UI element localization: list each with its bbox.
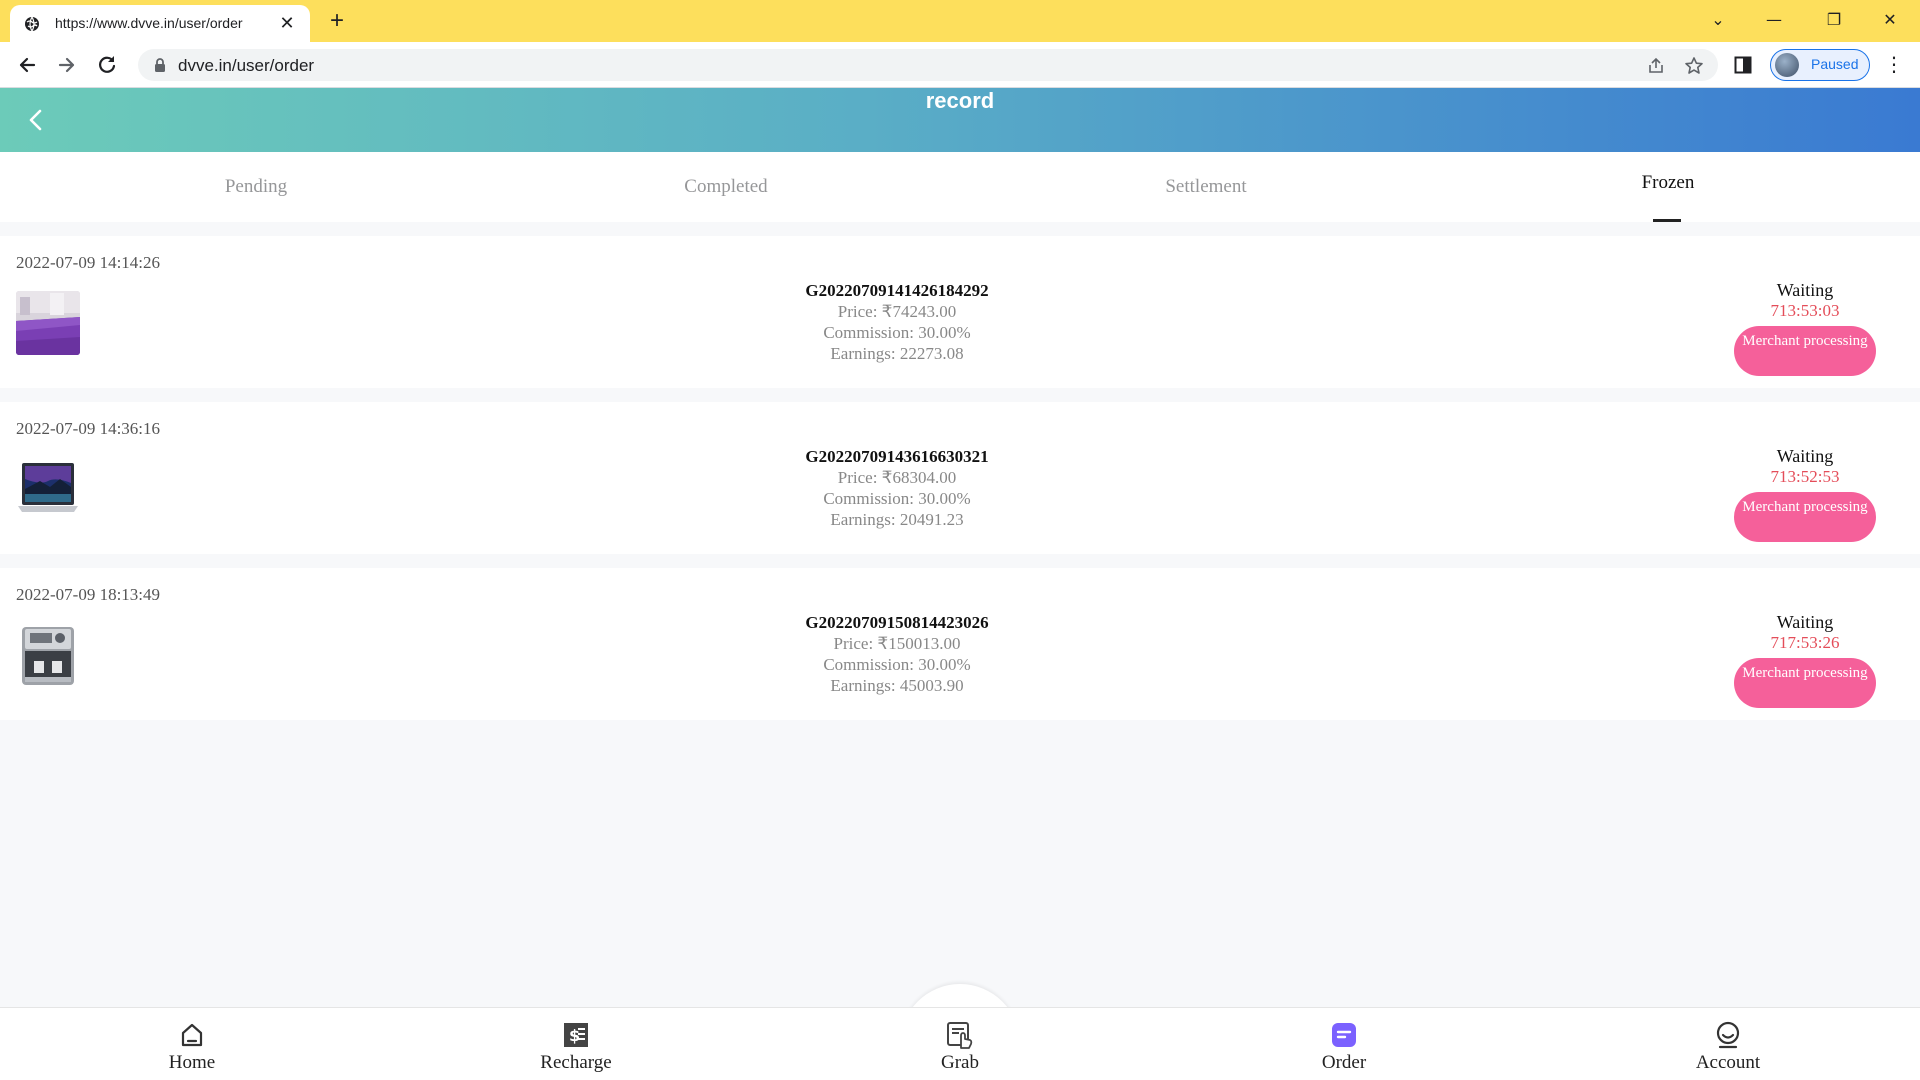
nav-grab[interactable]: Grab (870, 1014, 1050, 1076)
browser-tab-title: https://www.dvve.in/user/order (55, 15, 243, 31)
url-text: dvve.in/user/order (178, 56, 315, 75)
order-icon (1332, 1023, 1356, 1047)
order-date: 2022-07-09 18:13:49 (16, 585, 161, 604)
grab-icon (947, 1022, 973, 1049)
tab-label: Frozen (1641, 172, 1695, 193)
nav-recharge[interactable]: $ Recharge (486, 1014, 666, 1076)
bookmark-star-icon[interactable] (1684, 56, 1704, 76)
order-earnings: Earnings: 20491.23 (830, 510, 964, 529)
reload-icon[interactable] (92, 50, 122, 80)
order-card[interactable]: 2022-07-09 18:13:49 G2022070915081442302… (0, 568, 1920, 720)
order-details: G20220709141426184292 Price: ₹74243.00 C… (697, 280, 1097, 364)
tab-completed[interactable]: Completed (486, 152, 966, 222)
close-icon[interactable]: ✕ (278, 14, 296, 32)
order-commission: Commission: 30.00% (823, 489, 971, 508)
tab-search-icon[interactable]: ⌄ (1700, 6, 1736, 34)
order-status-tabs: Pending Completed Settlement Frozen (0, 152, 1920, 222)
merchant-processing-button[interactable]: Merchant processing (1734, 492, 1876, 542)
back-arrow-icon[interactable] (12, 50, 42, 80)
order-commission: Commission: 30.00% (823, 655, 971, 674)
nav-account[interactable]: Account (1638, 1014, 1818, 1076)
countdown-timer: 713:52:53 (1770, 467, 1840, 486)
order-earnings: Earnings: 22273.08 (830, 344, 964, 363)
status-label: Waiting (1776, 612, 1834, 632)
tab-frozen[interactable]: Frozen (1428, 152, 1908, 222)
product-image-rug (16, 291, 80, 355)
order-status: Waiting 713:53:03 Merchant processing (1734, 280, 1876, 376)
order-earnings: Earnings: 45003.90 (830, 676, 964, 695)
status-label: Waiting (1776, 280, 1834, 300)
avatar (1775, 53, 1799, 77)
new-tab-button[interactable]: + (324, 8, 350, 34)
restore-icon[interactable]: ❐ (1816, 6, 1852, 34)
status-label: Waiting (1776, 446, 1834, 466)
nav-label: Account (1695, 1052, 1761, 1073)
recharge-icon: $ (564, 1023, 588, 1047)
order-number: G20220709150814423026 (805, 613, 989, 632)
window-close-icon[interactable]: ✕ (1872, 6, 1908, 34)
order-commission: Commission: 30.00% (823, 323, 971, 342)
merchant-processing-button[interactable]: Merchant processing (1734, 658, 1876, 708)
back-chevron-icon[interactable] (22, 106, 50, 134)
nav-home[interactable]: Home (102, 1014, 282, 1076)
globe-icon (25, 16, 39, 32)
active-tab-indicator (1653, 219, 1681, 222)
order-price: Price: ₹68304.00 (837, 468, 957, 487)
page-title: record (925, 88, 995, 113)
nav-label: Order (1321, 1052, 1367, 1073)
home-icon (181, 1023, 203, 1047)
order-date: 2022-07-09 14:36:16 (16, 419, 161, 438)
tab-label: Completed (684, 176, 768, 197)
order-date: 2022-07-09 14:14:26 (16, 253, 161, 272)
side-panel-icon[interactable] (1734, 56, 1752, 74)
minimize-icon[interactable]: — (1756, 6, 1792, 34)
order-details: G20220709143616630321 Price: ₹68304.00 C… (697, 446, 1097, 530)
nav-label: Recharge (540, 1052, 612, 1073)
countdown-timer: 713:53:03 (1770, 301, 1840, 320)
order-number: G20220709143616630321 (805, 447, 989, 466)
product-image-coffee-machine (16, 623, 80, 687)
share-icon[interactable] (1646, 56, 1666, 76)
order-status: Waiting 713:52:53 Merchant processing (1734, 446, 1876, 542)
profile-button[interactable]: Paused (1770, 49, 1870, 81)
order-price: Price: ₹74243.00 (837, 302, 957, 321)
order-card[interactable]: 2022-07-09 14:14:26 G2022070914142618429… (0, 236, 1920, 388)
merchant-processing-button[interactable]: Merchant processing (1734, 326, 1876, 376)
profile-status: Paused (1811, 56, 1859, 72)
order-details: G20220709150814423026 Price: ₹150013.00 … (697, 612, 1097, 696)
nav-label: Home (168, 1052, 216, 1073)
order-list: 2022-07-09 14:14:26 G2022070914142618429… (0, 236, 1920, 734)
product-image-laptop (16, 457, 80, 521)
browser-tab-strip: https://www.dvve.in/user/order ✕ + ⌄ — ❐… (0, 0, 1920, 42)
countdown-timer: 717:53:26 (1770, 633, 1840, 652)
tab-label: Settlement (1165, 176, 1247, 197)
order-price: Price: ₹150013.00 (833, 634, 961, 653)
nav-label: Grab (941, 1052, 979, 1073)
lock-icon[interactable] (154, 58, 166, 72)
account-icon (1716, 1021, 1740, 1049)
order-status: Waiting 717:53:26 Merchant processing (1734, 612, 1876, 708)
nav-order[interactable]: Order (1254, 1014, 1434, 1076)
tab-settlement[interactable]: Settlement (966, 152, 1446, 222)
forward-arrow-icon[interactable] (52, 50, 82, 80)
more-menu-icon[interactable]: ⋮ (1884, 52, 1904, 76)
order-number: G20220709141426184292 (805, 281, 989, 300)
order-card[interactable]: 2022-07-09 14:36:16 G2022070914361663032… (0, 402, 1920, 554)
tab-label: Pending (224, 176, 288, 197)
app-header: record (0, 88, 1920, 152)
browser-tab[interactable]: https://www.dvve.in/user/order ✕ (10, 5, 310, 42)
tab-pending[interactable]: Pending (16, 152, 496, 222)
address-bar[interactable]: dvve.in/user/order (138, 49, 1718, 81)
browser-toolbar: dvve.in/user/order Paused ⋮ (0, 42, 1920, 88)
